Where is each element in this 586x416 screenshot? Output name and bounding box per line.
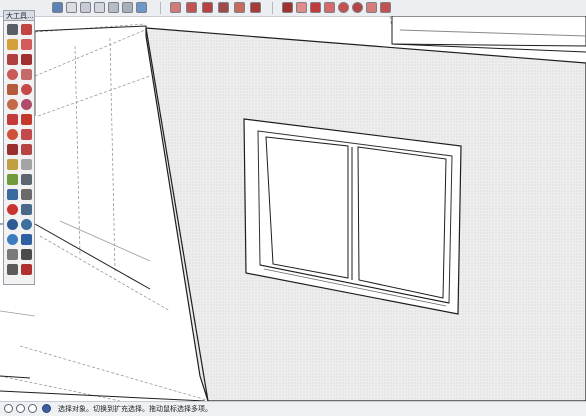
info-icon[interactable] [16, 404, 25, 413]
user-icon[interactable] [42, 404, 51, 413]
two-point-arc-icon[interactable] [380, 2, 391, 13]
hidden-line-style-icon[interactable] [202, 2, 213, 13]
toolbar-title[interactable]: 大工具... [4, 11, 34, 21]
pie-icon[interactable] [366, 2, 377, 13]
pencil-line-icon[interactable] [310, 2, 321, 13]
xray-style-icon[interactable] [170, 2, 181, 13]
eraser-icon[interactable] [21, 39, 32, 50]
offset-icon[interactable] [21, 144, 32, 155]
circle-icon[interactable] [338, 2, 349, 13]
large-tool-set-window: 大工具... [3, 10, 35, 285]
right-view-icon[interactable] [108, 2, 119, 13]
status-bar: 选择对象。切换到扩充选择。拖动鼠标选择多项。 [0, 401, 586, 416]
three-point-arc-icon[interactable] [21, 99, 32, 110]
orbit-icon[interactable] [7, 204, 18, 215]
push-pull-icon[interactable] [21, 114, 32, 125]
follow-me-icon[interactable] [21, 129, 32, 140]
freehand-icon[interactable] [324, 2, 335, 13]
select-arrow-icon[interactable] [7, 24, 18, 35]
textured-style-icon[interactable] [234, 2, 245, 13]
rectangle-icon[interactable] [7, 54, 18, 65]
top-toolbar [0, 0, 586, 17]
line-icon[interactable] [21, 54, 32, 65]
geo-location-icon[interactable] [4, 404, 13, 413]
iso-view-icon[interactable] [66, 2, 77, 13]
left-view-icon[interactable] [136, 2, 147, 13]
zoom-extents-icon[interactable] [7, 234, 18, 245]
freehand-icon[interactable] [21, 69, 32, 80]
front-view-icon[interactable] [94, 2, 105, 13]
circle-icon[interactable] [7, 69, 18, 80]
previous-view-icon[interactable] [21, 234, 32, 245]
zoom-window-icon[interactable] [21, 219, 32, 230]
axes-icon[interactable] [7, 189, 18, 200]
upper-structure [391, 16, 586, 53]
arc-icon[interactable] [21, 84, 32, 95]
tape-measure-icon[interactable] [7, 159, 18, 170]
toolbar-separator [160, 2, 161, 14]
monochrome-style-icon[interactable] [250, 2, 261, 13]
move-icon[interactable] [7, 114, 18, 125]
back-view-icon[interactable] [122, 2, 133, 13]
pan-icon[interactable] [21, 204, 32, 215]
pie-icon[interactable] [7, 99, 18, 110]
scale-icon[interactable] [7, 144, 18, 155]
top-view-icon[interactable] [80, 2, 91, 13]
eraser-icon[interactable] [296, 2, 307, 13]
component-icon[interactable] [21, 24, 32, 35]
zoom-icon[interactable] [7, 219, 18, 230]
floor-edges [0, 375, 206, 401]
polygon-icon[interactable] [7, 84, 18, 95]
walk-icon[interactable] [7, 264, 18, 275]
model-viewport[interactable] [0, 16, 586, 401]
section-plane-icon[interactable] [21, 264, 32, 275]
look-around-icon[interactable] [21, 249, 32, 260]
text-icon[interactable] [21, 174, 32, 185]
window-left-pane[interactable] [265, 136, 349, 279]
arc-icon[interactable] [352, 2, 363, 13]
window-right-pane[interactable] [357, 146, 447, 299]
select-icon[interactable] [282, 2, 293, 13]
position-camera-icon[interactable] [7, 249, 18, 260]
3d-text-icon[interactable] [21, 189, 32, 200]
wireframe-style-icon[interactable] [186, 2, 197, 13]
paint-bucket-icon[interactable] [7, 39, 18, 50]
shaded-style-icon[interactable] [218, 2, 229, 13]
camera-icon[interactable] [52, 2, 63, 13]
rotate-icon[interactable] [7, 129, 18, 140]
credits-icon[interactable] [28, 404, 37, 413]
toolbar-separator [272, 2, 273, 14]
status-message: 选择对象。切换到扩充选择。拖动鼠标选择多项。 [58, 405, 212, 413]
dimension-icon[interactable] [21, 159, 32, 170]
protractor-icon[interactable] [7, 174, 18, 185]
